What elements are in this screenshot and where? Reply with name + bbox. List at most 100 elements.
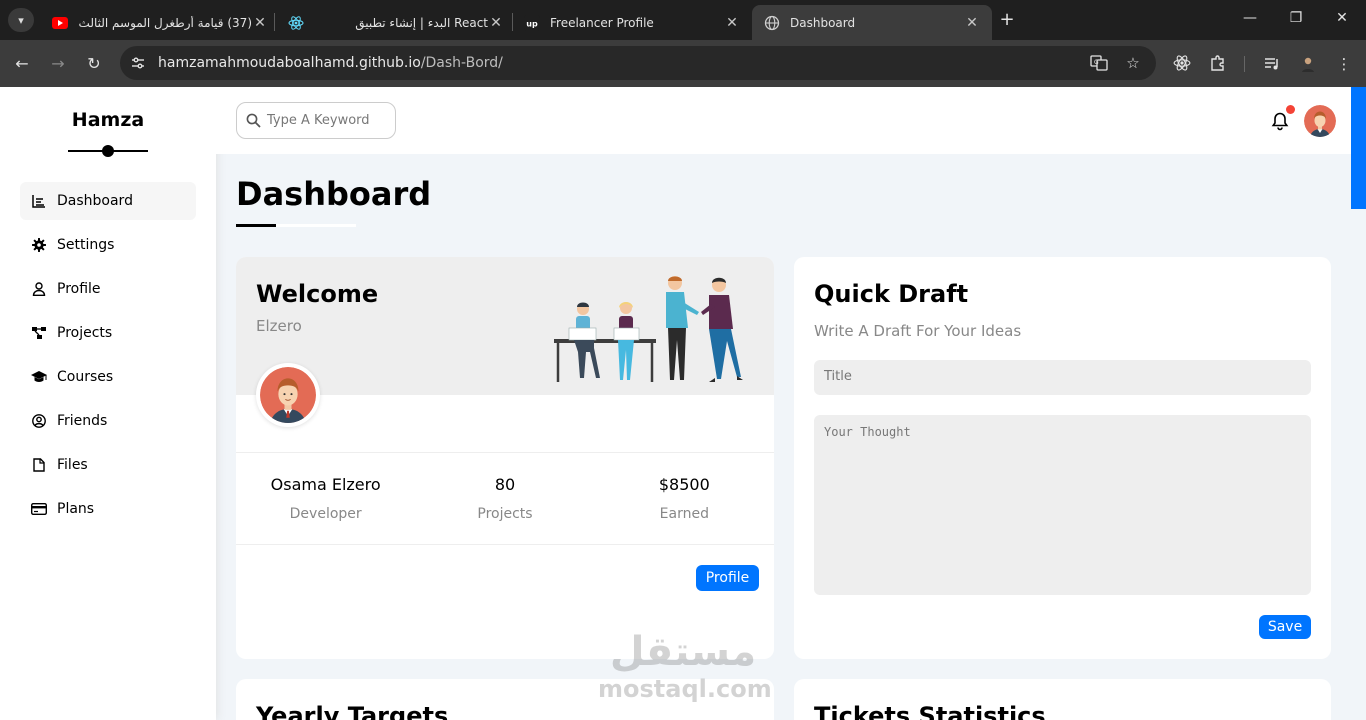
brand-dot xyxy=(102,145,114,157)
draft-title: Quick Draft xyxy=(814,280,969,308)
sidebar-item-label: Dashboard xyxy=(57,193,133,209)
browser-tab[interactable]: React البدء | إنشاء تطبيق ✕ xyxy=(276,5,516,40)
search-icon xyxy=(246,113,261,128)
stat-projects: 80 Projects xyxy=(415,475,594,522)
top-header: Type A Keyword xyxy=(216,87,1351,154)
sidebar-item-plans[interactable]: Plans xyxy=(20,490,196,528)
sidebar-nav: Dashboard Settings Profile Projects Cour… xyxy=(20,182,196,534)
divider xyxy=(236,544,774,545)
save-button[interactable]: Save xyxy=(1259,615,1311,639)
user-circle-icon xyxy=(31,413,47,429)
maximize-icon[interactable]: ❐ xyxy=(1286,10,1306,26)
sidebar: Hamza Dashboard Settings Profile Project… xyxy=(0,87,216,720)
close-icon[interactable]: ✕ xyxy=(252,15,268,31)
sidebar-item-label: Projects xyxy=(57,325,113,341)
minimize-icon[interactable]: — xyxy=(1240,10,1260,26)
address-bar[interactable]: hamzamahmoudaboalhamd.github.io/Dash-Bor… xyxy=(120,46,1156,80)
close-icon[interactable]: ✕ xyxy=(724,15,740,31)
welcome-header: Welcome Elzero xyxy=(236,257,774,395)
media-queue-icon[interactable] xyxy=(1262,54,1282,74)
close-icon[interactable]: ✕ xyxy=(488,15,504,31)
file-icon xyxy=(31,457,47,473)
welcome-subtitle: Elzero xyxy=(256,317,302,335)
watermark-arabic: مستقل xyxy=(609,629,757,675)
draft-body-textarea[interactable]: Your Thought xyxy=(814,415,1311,595)
tab-search-chevron-icon[interactable]: ▾ xyxy=(8,8,34,32)
stat-earned: $8500 Earned xyxy=(595,475,774,522)
stat-name: Osama Elzero Developer xyxy=(236,475,415,522)
tab-title: Dashboard xyxy=(790,15,856,30)
sidebar-item-profile[interactable]: Profile xyxy=(20,270,196,308)
sidebar-item-label: Files xyxy=(57,457,88,473)
bell-icon[interactable] xyxy=(1270,111,1290,131)
new-tab-plus-icon[interactable]: + xyxy=(996,9,1018,31)
profile-button[interactable]: Profile xyxy=(696,565,759,591)
draft-title-input[interactable]: Title xyxy=(814,360,1311,395)
chart-icon xyxy=(31,193,47,209)
back-arrow-icon[interactable]: ← xyxy=(10,52,34,76)
stat-label: Projects xyxy=(477,506,533,522)
browser-menu-icon[interactable]: ⋮ xyxy=(1334,54,1354,74)
page-viewport: Hamza Dashboard Settings Profile Project… xyxy=(0,87,1366,720)
credit-card-icon xyxy=(31,501,47,517)
sidebar-item-label: Courses xyxy=(57,369,114,385)
profile-avatar-icon[interactable] xyxy=(1298,54,1318,74)
window-close-icon[interactable]: ✕ xyxy=(1332,10,1352,26)
card-title: Tickets Statistics xyxy=(814,702,1046,720)
diagram-icon xyxy=(31,325,47,341)
card-title: Yearly Targets xyxy=(256,702,449,720)
sidebar-item-dashboard[interactable]: Dashboard xyxy=(20,182,196,220)
scrollbar-thumb[interactable] xyxy=(1351,87,1366,209)
forward-arrow-icon[interactable]: → xyxy=(46,52,70,76)
extensions-puzzle-icon[interactable] xyxy=(1208,54,1228,74)
stat-value: Osama Elzero xyxy=(270,475,381,494)
sidebar-item-courses[interactable]: Courses xyxy=(20,358,196,396)
svg-text:up: up xyxy=(526,19,538,28)
divider xyxy=(236,452,774,453)
tab-title: React البدء | إنشاء تطبيق xyxy=(355,15,488,30)
sidebar-item-friends[interactable]: Friends xyxy=(20,402,196,440)
stat-label: Developer xyxy=(289,506,362,522)
user-avatar[interactable] xyxy=(1304,105,1336,137)
stat-value: 80 xyxy=(494,475,516,494)
page-title: Dashboard xyxy=(236,175,432,213)
reload-icon[interactable]: ↻ xyxy=(82,52,106,76)
search-placeholder: Type A Keyword xyxy=(267,113,370,128)
site-settings-icon[interactable] xyxy=(130,55,146,71)
bookmark-star-icon[interactable]: ☆ xyxy=(1124,54,1142,72)
sidebar-item-files[interactable]: Files xyxy=(20,446,196,484)
brand-title: Hamza xyxy=(71,109,145,131)
draft-subtitle: Write A Draft For Your Ideas xyxy=(814,322,1022,340)
title-underline-accent xyxy=(236,224,276,227)
sidebar-item-settings[interactable]: Settings xyxy=(20,226,196,264)
tab-divider xyxy=(274,13,275,31)
stat-value: $8500 xyxy=(658,475,710,494)
browser-tab[interactable]: up Freelancer Profile ✕ xyxy=(512,5,752,40)
upwork-icon: up xyxy=(524,14,540,31)
sidebar-item-projects[interactable]: Projects xyxy=(20,314,196,352)
browser-tab[interactable]: (37) قيامة أرطغرل الموسم الثالث ✕ xyxy=(40,5,280,40)
page-scrollbar[interactable] xyxy=(1351,87,1366,720)
watermark: مستقل mostaql.com xyxy=(598,628,772,708)
tab-title: Freelancer Profile xyxy=(550,15,654,30)
url-text: hamzamahmoudaboalhamd.github.io/Dash-Bor… xyxy=(158,55,503,71)
browser-tab-active[interactable]: Dashboard ✕ xyxy=(752,5,992,40)
react-icon xyxy=(288,15,304,31)
svg-text:G: G xyxy=(1094,59,1099,66)
sidebar-item-label: Friends xyxy=(57,413,108,429)
tab-title: (37) قيامة أرطغرل الموسم الثالث xyxy=(78,15,252,30)
close-icon[interactable]: ✕ xyxy=(964,15,980,31)
welcome-card: Welcome Elzero Osama Elzero Developer 80… xyxy=(236,257,774,659)
url-host: hamzamahmoudaboalhamd.github.io xyxy=(158,55,421,71)
team-illustration xyxy=(552,272,758,387)
watermark-latin: mostaql.com xyxy=(598,675,772,703)
notification-dot xyxy=(1286,105,1295,114)
youtube-icon xyxy=(52,15,68,31)
graduation-cap-icon xyxy=(31,369,47,385)
toolbar-divider xyxy=(1244,56,1245,72)
translate-icon[interactable]: G xyxy=(1090,54,1108,72)
react-devtools-icon[interactable] xyxy=(1172,54,1192,74)
search-input[interactable]: Type A Keyword xyxy=(236,102,396,139)
globe-icon xyxy=(764,15,780,31)
sidebar-item-label: Profile xyxy=(57,281,101,297)
